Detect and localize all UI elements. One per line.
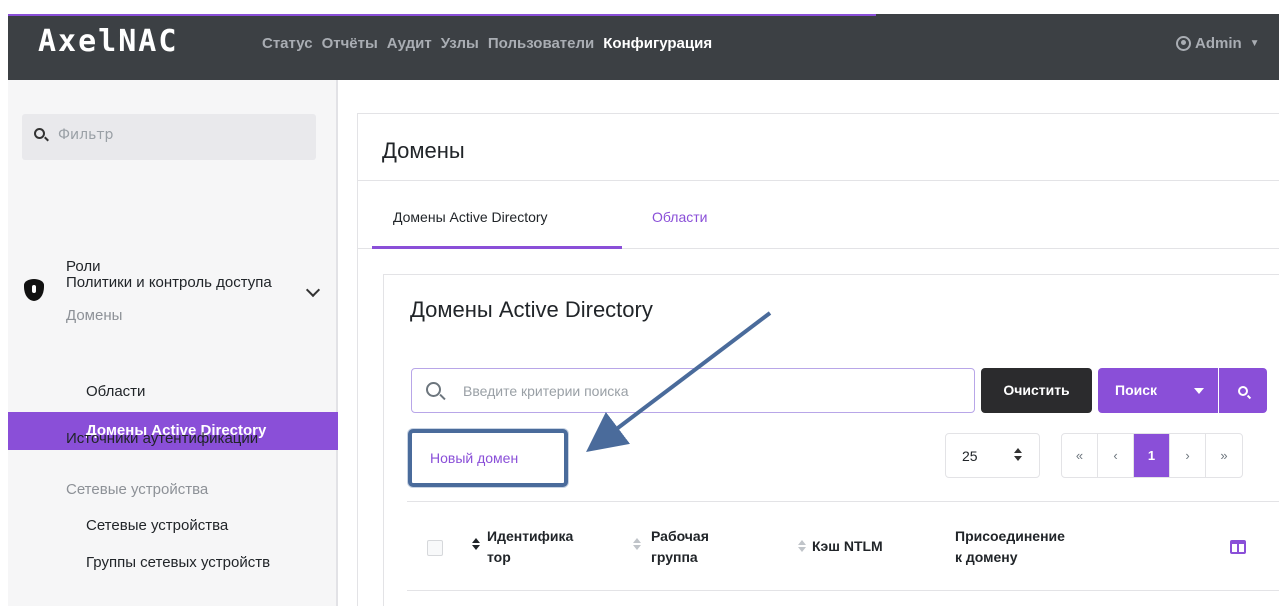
sort-icon: [1014, 448, 1024, 464]
column-workgroup[interactable]: Рабочая группа: [651, 526, 731, 568]
new-domain-button[interactable]: Новый домен: [430, 450, 518, 466]
zoom-icon: [1238, 386, 1248, 396]
clear-button[interactable]: Очистить: [981, 368, 1092, 413]
sidebar-item-network-devices[interactable]: Сетевые устройства: [86, 517, 228, 534]
search-icon: [34, 128, 45, 139]
tab-ad-domains[interactable]: Домены Active Directory: [393, 209, 548, 225]
columns-icon[interactable]: [1230, 540, 1246, 554]
nav-configuration[interactable]: Конфигурация: [603, 35, 712, 52]
select-all-checkbox[interactable]: [427, 540, 443, 556]
page-first-button[interactable]: «: [1062, 434, 1098, 477]
page-prev-button[interactable]: ‹: [1098, 434, 1134, 477]
sort-icon[interactable]: [798, 540, 806, 554]
sidebar-item-network-device-groups[interactable]: Группы сетевых устройств: [86, 554, 270, 571]
loading-accent-line: [8, 14, 876, 16]
sidebar-group-domains: Домены: [66, 307, 123, 324]
new-domain-highlight: Новый домен: [408, 429, 568, 487]
brand-logo[interactable]: AxelNAC: [38, 24, 178, 59]
column-identifier[interactable]: Идентификатор: [487, 526, 577, 568]
search-placeholder: Введите критерии поиска: [463, 383, 629, 399]
nav-nodes[interactable]: Узлы: [441, 35, 479, 52]
top-strip: [0, 0, 1279, 14]
sort-icon[interactable]: [633, 538, 641, 552]
page-last-button[interactable]: »: [1206, 434, 1242, 477]
search-icon: [426, 382, 441, 397]
nav-status[interactable]: Статус: [262, 35, 313, 52]
tabs: Домены Active Directory Области: [358, 181, 1279, 249]
sidebar: Фильтр Политики и контроль доступа Роли …: [8, 80, 338, 606]
search-button-label: Поиск: [1115, 382, 1158, 398]
tab-active-indicator: [372, 246, 622, 249]
page-current-button[interactable]: 1: [1134, 434, 1170, 477]
ad-domains-panel: Домены Active Directory Введите критерии…: [383, 274, 1279, 606]
nav-users[interactable]: Пользователи: [488, 35, 594, 52]
nav-reports[interactable]: Отчёты: [322, 35, 378, 52]
search-button[interactable]: Поиск: [1098, 368, 1218, 413]
card-header: Домены: [358, 114, 1279, 181]
pagination: « ‹ 1 › »: [1061, 433, 1243, 478]
column-domain-join: Присоединение к домену: [955, 528, 1065, 565]
top-navbar: AxelNAC Статус Отчёты Аудит Узлы Пользов…: [0, 0, 1279, 80]
section-title: Домены Active Directory: [410, 297, 653, 322]
user-menu[interactable]: Admin ▼: [1176, 35, 1260, 52]
user-icon: [1176, 36, 1191, 51]
sidebar-item-realms[interactable]: Области: [86, 383, 145, 400]
per-page-select[interactable]: 25: [945, 433, 1040, 478]
column-ntlm-cache[interactable]: Кэш NTLM: [812, 536, 883, 557]
chevron-down-icon[interactable]: [305, 282, 321, 298]
sidebar-section-policies[interactable]: Политики и контроль доступа: [66, 272, 286, 294]
sort-icon[interactable]: [472, 538, 480, 552]
search-input[interactable]: Введите критерии поиска: [411, 368, 975, 413]
sidebar-group-network-devices: Сетевые устройства: [66, 481, 209, 498]
main-nav: Статус Отчёты Аудит Узлы Пользователи Ко…: [262, 35, 721, 52]
caret-down-icon[interactable]: [1194, 388, 1204, 394]
table-header: Идентификатор Рабочая группа Кэш NTLM Пр…: [407, 501, 1279, 591]
per-page-value: 25: [962, 448, 978, 464]
shield-icon: [24, 279, 44, 301]
sidebar-item-auth-sources[interactable]: Источники аутентификации: [66, 430, 258, 447]
sidebar-item-roles[interactable]: Роли: [66, 258, 101, 275]
tab-realms[interactable]: Области: [652, 209, 707, 225]
caret-down-icon: ▼: [1249, 38, 1260, 49]
page-next-button[interactable]: ›: [1170, 434, 1206, 477]
page-title: Домены: [382, 138, 465, 163]
filter-input[interactable]: Фильтр: [58, 127, 113, 143]
nav-audit[interactable]: Аудит: [387, 35, 432, 52]
sidebar-filter[interactable]: Фильтр: [22, 114, 316, 160]
user-name: Admin: [1195, 35, 1242, 52]
advanced-search-button[interactable]: [1219, 368, 1267, 413]
